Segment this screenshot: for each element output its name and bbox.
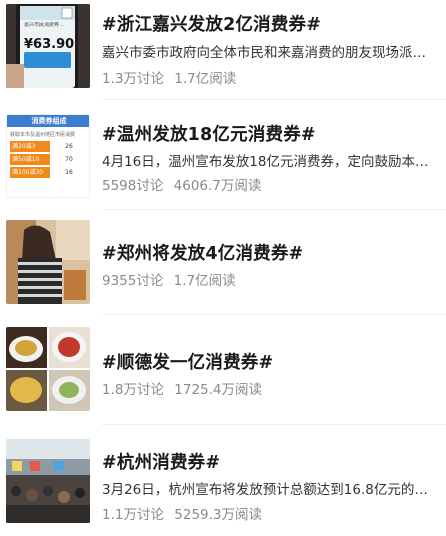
topic-thumbnail [6,220,90,304]
discussion-count: 5598讨论 [102,178,164,194]
food-collage [6,327,90,411]
topic-title[interactable]: #杭州消费券# [102,449,220,474]
phone-amount: ¥63.90 [24,37,75,52]
discussion-count: 9355讨论 [102,273,164,289]
topic-description: 嘉兴市委市政府向全体市民和来嘉消费的朋友现场派… [102,45,426,61]
topic-title[interactable]: #顺德发一亿消费券# [102,349,273,374]
thumb-table-row: 满100减30 16 [10,167,88,178]
topic-thumbnail [6,439,90,523]
topic-description: 3月26日，杭州宣布将发放预计总额达到16.8亿元的… [102,482,428,498]
topic-item-wenzhou[interactable]: 消费券组成 获取本市及温州地区市民消费 满20减3 26 满50减10 70 满… [0,100,446,210]
topic-thumbnail [6,327,90,411]
thumb-table-row: 满20减3 26 [10,141,88,152]
topic-thumbnail: 嘉兴市民消费券… ¥63.90 [6,4,90,88]
topic-item-jiaxing[interactable]: 嘉兴市民消费券… ¥63.90 #浙江嘉兴发放2亿消费券# 嘉兴市委市政府向全体… [0,0,446,100]
thumb-table: 满20减3 26 满50减10 70 满100减30 16 [10,141,88,178]
shopping-photo [6,220,90,304]
discussion-count: 1.8万讨论 [102,382,164,398]
thumb-cell: 16 [65,169,73,176]
thumb-table-row: 满50减10 70 [10,154,88,165]
topic-item-shunde[interactable]: #顺德发一亿消费券# 1.8万讨论 1725.4万阅读 [0,315,446,425]
thumb-header: 消费券组成 [31,117,67,125]
thumb-cell: 满50减10 [10,154,50,165]
topic-item-hangzhou[interactable]: #杭州消费券# 3月26日，杭州宣布将发放预计总额达到16.8亿元的… 1.1万… [0,425,446,536]
thumb-cell: 满20减3 [10,141,50,152]
read-count: 4606.7万阅读 [173,178,262,194]
discussion-count: 1.1万讨论 [102,507,164,523]
read-count: 1.7亿阅读 [174,71,237,87]
topic-stats: 1.3万讨论 1.7亿阅读 [102,67,236,87]
topic-description: 4月16日，温州宣布发放18亿元消费券，定向鼓励本… [102,154,429,170]
topic-title[interactable]: #浙江嘉兴发放2亿消费券# [102,11,321,36]
discussion-count: 1.3万讨论 [102,71,164,87]
mall-photo [6,439,90,523]
topic-thumbnail: 消费券组成 获取本市及温州地区市民消费 满20减3 26 满50减10 70 满… [6,114,90,198]
topic-stats: 9355讨论 1.7亿阅读 [102,269,236,289]
topic-stats: 1.8万讨论 1725.4万阅读 [102,378,262,398]
read-count: 1725.4万阅读 [174,382,263,398]
phone-caption: 嘉兴市民消费券… [24,22,65,28]
thumb-cell: 70 [65,156,73,163]
read-count: 5259.3万阅读 [174,507,263,523]
topic-stats: 5598讨论 4606.7万阅读 [102,174,261,194]
topic-title[interactable]: #温州发放18亿元消费券# [102,121,316,146]
topic-item-zhengzhou[interactable]: #郑州将发放4亿消费券# 9355讨论 1.7亿阅读 [0,210,446,315]
thumb-cell: 满100减30 [10,167,50,178]
thumb-subtitle: 获取本市及温州地区市民消费 [10,132,76,138]
topic-stats: 1.1万讨论 5259.3万阅读 [102,503,262,523]
topic-list: 嘉兴市民消费券… ¥63.90 #浙江嘉兴发放2亿消费券# 嘉兴市委市政府向全体… [0,0,446,536]
read-count: 1.7亿阅读 [173,273,236,289]
thumb-cell: 26 [65,143,73,150]
topic-title[interactable]: #郑州将发放4亿消费券# [102,240,303,265]
